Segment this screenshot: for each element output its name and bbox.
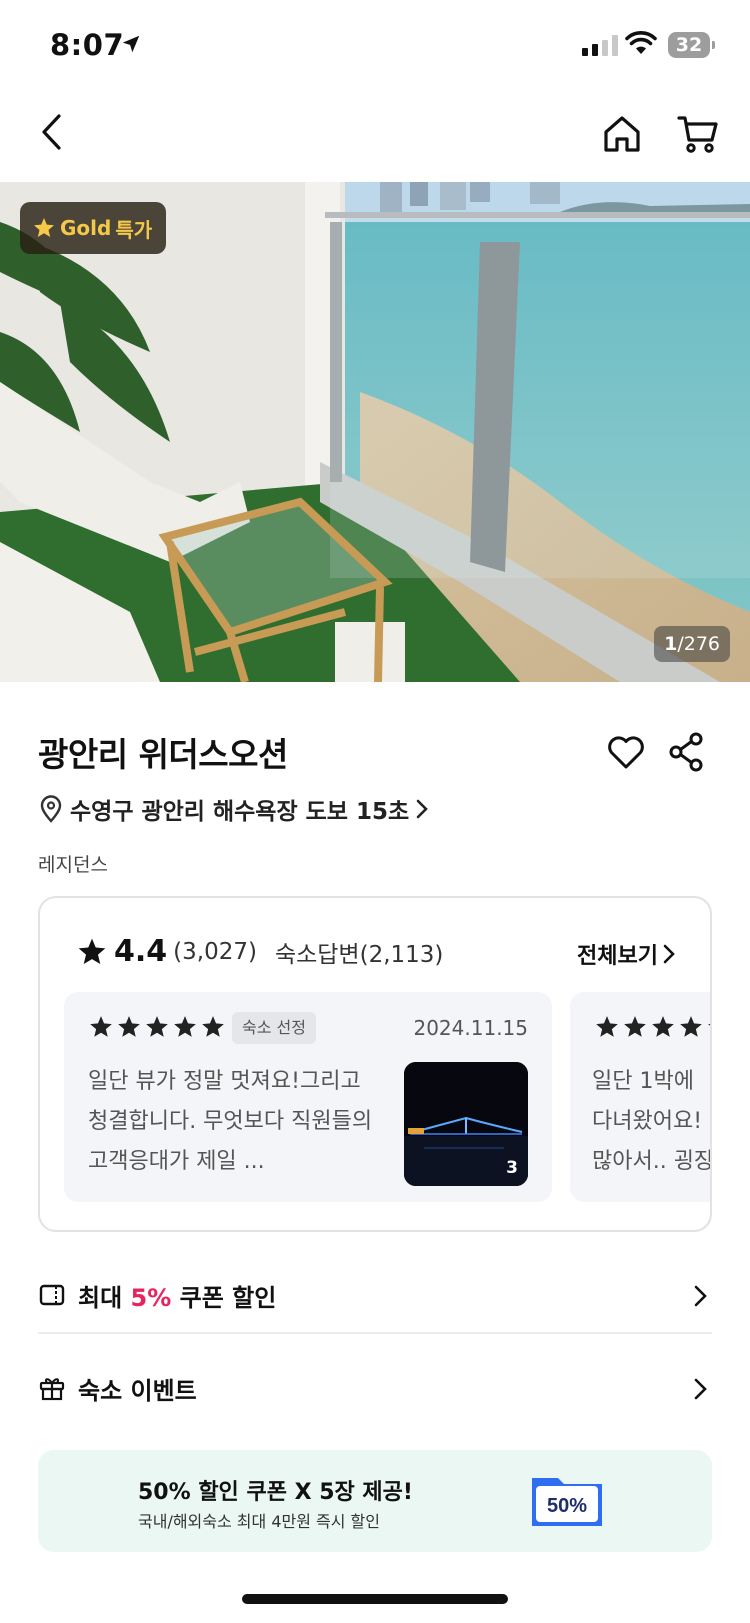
home-button[interactable]	[600, 112, 644, 156]
location-link[interactable]: 수영구 광안리 해수욕장 도보 15초	[38, 792, 429, 826]
event-label: 숙소 이벤트	[78, 1376, 197, 1405]
coupon-prefix: 최대	[78, 1283, 131, 1312]
star-icon	[118, 1016, 140, 1037]
coupon-folder-icon: 50%	[532, 1478, 602, 1526]
gold-special-badge: Gold 특가	[20, 202, 167, 254]
promo-badge-text: 50%	[547, 1495, 587, 1517]
star-icon	[146, 1016, 168, 1037]
battery-indicator: 32	[668, 32, 715, 58]
status-time: 8:07	[50, 28, 125, 62]
location-arrow-icon	[122, 35, 140, 53]
host-pick-badge: 숙소 선정	[232, 1012, 316, 1044]
review-item[interactable]: 일단 1박에 다녀왔어요! 많아서.. 굉장	[570, 992, 712, 1202]
coupon-suffix: 쿠폰 할인	[171, 1283, 277, 1312]
photo-counter: 1/276	[654, 626, 730, 662]
star-icon	[596, 1016, 618, 1037]
coupon-discount-row[interactable]: 최대 5% 쿠폰 할인	[38, 1260, 712, 1330]
property-event-row[interactable]: 숙소 이벤트	[38, 1353, 712, 1423]
cellular-signal-icon	[582, 34, 618, 56]
review-text-line: 많아서.. 굉장	[592, 1149, 712, 1174]
divider	[38, 1332, 712, 1334]
star-sparkle-icon	[34, 218, 54, 237]
review-text-line: 다녀왔어요!	[592, 1109, 703, 1134]
property-photo-carousel[interactable]: Gold 특가 1/276	[0, 182, 750, 682]
review-item[interactable]: 숙소 선정 2024.11.15 일단 뷰가 정말 멋져요!그리고 청결합니다.…	[64, 992, 552, 1202]
host-reply-count: 숙소답변(2,113)	[274, 941, 444, 968]
star-icon	[174, 1016, 196, 1037]
chevron-right-icon	[694, 1378, 707, 1400]
coupon-ticket-icon	[39, 1284, 65, 1306]
coupon-label: 최대 5% 쿠폰 할인	[78, 1278, 276, 1313]
star-icon	[708, 1023, 710, 1026]
star-icon	[78, 938, 106, 964]
promo-title: 50% 할인 쿠폰 X 5장 제공!	[138, 1480, 413, 1505]
star-icon	[90, 1016, 112, 1037]
chevron-right-icon	[416, 799, 428, 819]
rating-score: 4.4	[114, 934, 168, 969]
review-text: 일단 1박에 다녀왔어요! 많아서.. 굉장	[592, 1062, 712, 1182]
view-all-reviews-link[interactable]: 전체보기	[577, 938, 676, 970]
review-photo-thumbnail[interactable]: 3	[404, 1062, 528, 1186]
special-price-label: 특가	[115, 217, 153, 242]
photo-counter-total: /276	[677, 633, 720, 655]
chevron-right-icon	[694, 1285, 707, 1307]
gift-icon	[39, 1378, 65, 1401]
promo-subtitle: 국내/해외숙소 최대 4만원 즉시 할인	[138, 1512, 380, 1531]
wifi-icon	[625, 31, 657, 54]
home-indicator[interactable]	[242, 1594, 508, 1604]
review-date: 2024.11.15	[413, 1016, 528, 1040]
chevron-right-icon	[663, 944, 675, 964]
review-photo-count: 3	[506, 1158, 518, 1178]
coupon-percent: 5%	[130, 1283, 172, 1312]
review-stars	[594, 1014, 710, 1040]
map-pin-icon	[40, 795, 62, 823]
share-icon	[669, 732, 703, 772]
wishlist-button[interactable]	[604, 730, 648, 774]
home-icon	[604, 116, 640, 152]
review-text-line: 일단 1박에	[592, 1069, 694, 1094]
cart-icon	[677, 116, 718, 153]
coupon-promo-banner[interactable]: 50% 할인 쿠폰 X 5장 제공! 국내/해외숙소 최대 4만원 즉시 할인 …	[38, 1450, 712, 1552]
property-category: 레지던스	[38, 854, 108, 876]
status-bar: 8:07 32	[0, 0, 750, 90]
location-text: 수영구 광안리 해수욕장 도보 15초	[70, 799, 410, 825]
review-summary-card: 4.4 (3,027) 숙소답변(2,113) 전체보기 숙소 선정 2024.…	[38, 896, 712, 1232]
view-all-label: 전체보기	[577, 944, 658, 969]
photo-counter-current: 1	[664, 633, 678, 655]
star-icon	[624, 1016, 646, 1037]
review-text: 일단 뷰가 정말 멋져요!그리고 청결합니다. 무엇보다 직원들의 고객응대가 …	[88, 1069, 373, 1174]
rating-summary: 4.4 (3,027) 숙소답변(2,113)	[76, 934, 443, 969]
chevron-left-icon	[42, 114, 61, 150]
star-icon	[202, 1016, 224, 1037]
back-button[interactable]	[30, 110, 74, 154]
share-button[interactable]	[665, 730, 709, 774]
star-icon	[652, 1016, 674, 1037]
heart-icon	[608, 736, 644, 769]
balcony-ocean-photo	[0, 182, 750, 682]
star-icon	[680, 1016, 702, 1037]
cart-button[interactable]	[676, 112, 720, 156]
property-name: 광안리 위더스오션	[38, 735, 288, 774]
gold-badge-label: Gold	[60, 216, 112, 240]
review-stars	[88, 1014, 226, 1040]
review-count: (3,027)	[173, 938, 257, 965]
